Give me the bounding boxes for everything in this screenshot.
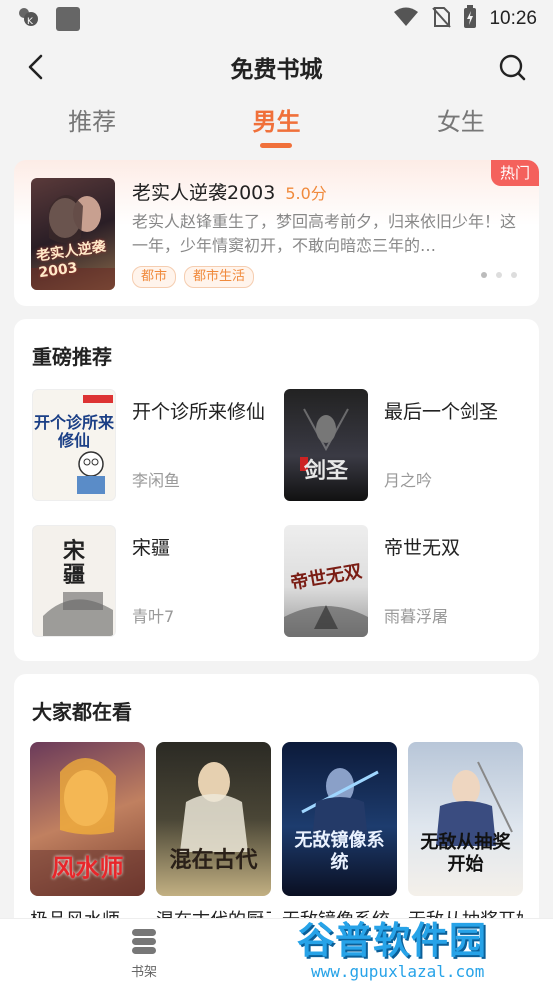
watermark-main: 谷普软件园 bbox=[297, 919, 487, 962]
section-title: 大家都在看 bbox=[32, 700, 132, 724]
site-watermark: 谷普软件园 www.gupuxlazal.com bbox=[297, 910, 547, 982]
featured-book[interactable]: 开个诊所来修仙 开个诊所来修仙 李闲鱼 bbox=[32, 389, 282, 504]
popular-book[interactable]: 混在古代 混在古代的厨子 bbox=[156, 742, 271, 932]
book-author: 月之吟 bbox=[384, 471, 433, 490]
cover-title: 宋疆 bbox=[63, 539, 86, 588]
featured-book[interactable]: 宋疆 宋疆 青叶7 bbox=[32, 525, 282, 640]
book-title: 开个诊所来修仙 bbox=[132, 401, 266, 423]
hot-badge: 热门 bbox=[491, 160, 539, 186]
book-cover: 开个诊所来修仙 bbox=[32, 389, 116, 501]
book-cover: 帝世无双 bbox=[284, 525, 368, 637]
hot-banner-card[interactable]: 热门 老实人逆袭2003 老实人逆袭2003 5.0分 老实人赵锋重生了，梦回高… bbox=[14, 160, 539, 306]
tag[interactable]: 都市 bbox=[132, 266, 177, 288]
search-icon[interactable] bbox=[497, 52, 527, 82]
bookshelf-icon bbox=[129, 929, 159, 959]
hot-tags: 都市 都市生活 bbox=[132, 266, 255, 288]
featured-book[interactable]: 帝世无双 帝世无双 雨暮浮屠 bbox=[284, 525, 534, 640]
book-author: 青叶7 bbox=[132, 607, 175, 626]
book-cover: 无敌镜像系统 bbox=[282, 742, 397, 896]
carousel-dot bbox=[481, 272, 487, 278]
cover-title: 开个诊所来修仙 bbox=[33, 413, 114, 450]
nav-bookshelf[interactable]: 书架 bbox=[112, 927, 176, 980]
book-title: 最后一个剑圣 bbox=[384, 401, 499, 423]
cover-title: 混在古代 bbox=[169, 848, 258, 873]
popular-book[interactable]: 风水师 极品风水师 bbox=[30, 742, 145, 932]
wifi-icon bbox=[393, 6, 419, 33]
hot-book-score: 5.0分 bbox=[285, 184, 327, 203]
hot-title-row: 老实人逆袭2003 5.0分 bbox=[132, 178, 327, 205]
hot-book-title[interactable]: 老实人逆袭2003 bbox=[132, 178, 275, 205]
battery-charging-icon bbox=[463, 4, 477, 34]
book-title: 宋疆 bbox=[132, 537, 171, 559]
tab-label: 推荐 bbox=[68, 108, 117, 136]
page-title: 免费书城 bbox=[230, 57, 323, 83]
popular-section: 大家都在看 风水师 极品风水师 混在古代 混在古代的厨子 bbox=[14, 674, 539, 934]
cover-title: 风水师 bbox=[51, 854, 124, 882]
carousel-dot bbox=[496, 272, 502, 278]
popular-book[interactable]: 无敌镜像系统 无敌镜像系统 bbox=[282, 742, 397, 932]
book-cover: 混在古代 bbox=[156, 742, 271, 896]
cover-title: 无敌镜像系统 bbox=[294, 830, 385, 873]
watermark-url: www.gupuxlazal.com bbox=[311, 962, 485, 981]
cover-title: 无敌从抽奖开始 bbox=[420, 832, 511, 875]
hot-book-cover[interactable]: 老实人逆袭2003 bbox=[31, 178, 115, 290]
book-cover: 剑圣 bbox=[284, 389, 368, 501]
tab-label: 男生 bbox=[252, 108, 301, 136]
tab-female[interactable]: 女生 bbox=[371, 96, 551, 152]
book-cover: 无敌从抽奖开始 bbox=[408, 742, 523, 896]
book-author: 李闲鱼 bbox=[132, 471, 181, 490]
tab-male[interactable]: 男生 bbox=[186, 96, 366, 152]
notification-square-icon bbox=[56, 7, 80, 31]
back-arrow-icon[interactable] bbox=[22, 52, 52, 82]
featured-section: 重磅推荐 开个诊所来修仙 开个诊所来修仙 李闲鱼 剑圣 最后一个剑圣 月之吟 宋… bbox=[14, 319, 539, 661]
featured-book[interactable]: 剑圣 最后一个剑圣 月之吟 bbox=[284, 389, 534, 504]
book-title: 帝世无双 bbox=[384, 537, 461, 559]
app-notification-icon: K bbox=[16, 5, 40, 34]
status-bar: K 10:26 bbox=[0, 0, 553, 38]
tag[interactable]: 都市生活 bbox=[184, 266, 255, 288]
book-author: 雨暮浮屠 bbox=[384, 607, 449, 626]
tab-label: 女生 bbox=[436, 108, 485, 136]
nav-label: 书架 bbox=[130, 965, 157, 980]
popular-book[interactable]: 无敌从抽奖开始 无敌从抽奖开始 bbox=[408, 742, 523, 932]
book-cover: 宋疆 bbox=[32, 525, 116, 637]
section-title: 重磅推荐 bbox=[32, 345, 112, 369]
no-sim-icon bbox=[431, 6, 452, 33]
carousel-dot bbox=[511, 272, 517, 278]
hot-book-description: 老实人赵锋重生了，梦回高考前夕，归来依旧少年！这一年，少年情窦初开，不敢向暗恋三… bbox=[132, 212, 517, 255]
tab-indicator bbox=[260, 143, 293, 148]
category-tabs: 推荐 男生 女生 bbox=[0, 96, 553, 152]
status-time: 10:26 bbox=[489, 8, 537, 29]
header: 免费书城 bbox=[0, 38, 553, 96]
tab-recommend[interactable]: 推荐 bbox=[2, 96, 182, 152]
cover-title: 剑圣 bbox=[303, 459, 348, 484]
carousel-dots bbox=[481, 272, 517, 278]
book-cover: 风水师 bbox=[30, 742, 145, 896]
popular-book-row: 风水师 极品风水师 混在古代 混在古代的厨子 无敌镜像系统 bbox=[30, 742, 523, 932]
